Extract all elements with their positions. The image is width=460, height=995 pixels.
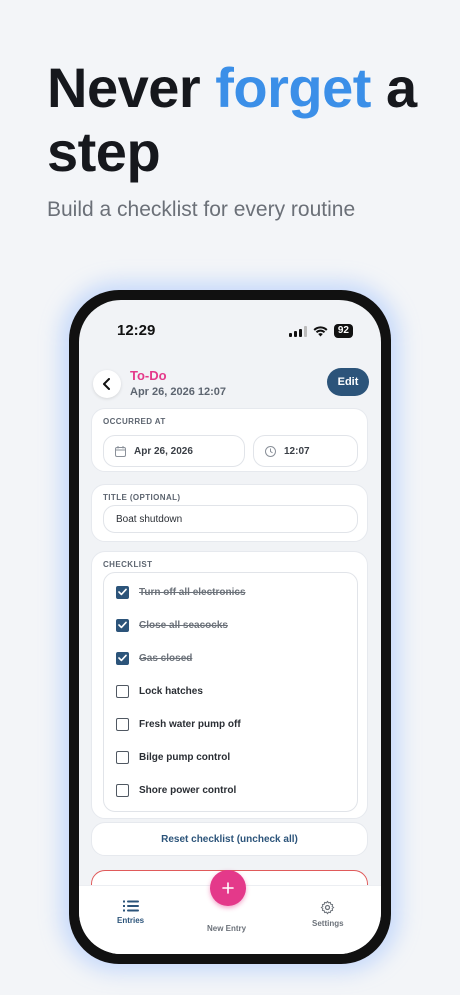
entry-date: Apr 26, 2026 12:07 [130,386,227,398]
checklist-card: CHECKLIST Turn off all electronics Close … [91,551,368,819]
entry-type-title: To-Do [130,368,167,383]
checklist-item-label: Shore power control [139,784,237,796]
headline-accent: forget [215,56,371,119]
reset-checklist-button[interactable]: Reset checklist (uncheck all) [91,822,368,856]
checkbox-checked[interactable] [116,585,129,599]
checklist: Turn off all electronics Close all seacoc… [103,572,358,812]
time-value: 12:07 [284,445,310,457]
occurred-at-label: OCCURRED AT [103,417,166,426]
new-entry-button[interactable] [210,870,246,906]
checklist-item[interactable]: Gas closed [116,650,192,666]
tab-settings[interactable]: Settings [312,900,344,928]
status-time: 12:29 [117,322,156,339]
checkbox-unchecked[interactable] [116,783,129,797]
checklist-item[interactable]: Fresh water pump off [116,716,241,732]
battery-indicator: 92 [333,324,353,338]
checkbox-unchecked[interactable] [116,750,129,764]
title-card: TITLE (OPTIONAL) Boat shutdown [91,484,368,542]
checklist-item[interactable]: Lock hatches [116,683,203,699]
signal-icon [288,325,307,337]
checkmark-icon [118,588,127,596]
plus-icon [222,882,234,894]
checklist-item[interactable]: Close all seacocks [116,617,228,633]
date-value: Apr 26, 2026 [134,445,193,457]
checklist-item[interactable]: Bilge pump control [116,749,230,765]
tab-new-entry-label: New Entry [207,924,247,933]
checklist-item[interactable]: Shore power control [116,782,236,798]
calendar-icon [115,445,126,457]
date-field[interactable]: Apr 26, 2026 [103,435,245,467]
entry-header: To-Do Apr 26, 2026 12:07 Edit [79,364,381,404]
subtitle: Build a checklist for every routine [47,198,356,221]
checklist-item-label: Fresh water pump off [139,718,241,730]
tab-entries-label: Entries [117,916,145,925]
checklist-item-label: Lock hatches [139,685,203,697]
title-input[interactable]: Boat shutdown [103,505,358,533]
occurred-at-card: OCCURRED AT Apr 26, 2026 12:07 [91,408,368,472]
headline: Never forget a step [47,56,447,184]
gear-icon [321,900,335,915]
status-icons: 92 [288,324,353,338]
chevron-left-icon [103,378,110,390]
checkbox-unchecked[interactable] [116,717,129,731]
clock-icon [265,445,276,457]
checkbox-checked[interactable] [116,618,129,632]
checklist-item[interactable]: Turn off all electronics [116,584,246,600]
tab-new-entry[interactable]: New Entry [207,924,246,933]
phone-frame: 12:29 92 To-Do Apr 26, 2026 12:07 Edit O… [69,290,391,964]
back-button[interactable] [93,370,121,398]
checklist-label: CHECKLIST [103,560,153,569]
edit-button[interactable]: Edit [327,368,369,396]
tab-entries[interactable]: Entries [117,900,144,925]
checkbox-checked[interactable] [116,651,129,665]
wifi-icon [313,325,328,336]
tab-settings-label: Settings [312,919,344,928]
title-label: TITLE (OPTIONAL) [103,493,181,502]
checklist-item-label: Close all seacocks [139,619,228,631]
phone-screen: 12:29 92 To-Do Apr 26, 2026 12:07 Edit O… [79,300,381,954]
headline-part1: Never [47,56,216,119]
checklist-item-label: Gas closed [139,652,193,664]
list-icon [122,900,139,912]
checkmark-icon [118,621,127,629]
checkbox-unchecked[interactable] [116,684,129,698]
checkmark-icon [118,654,127,662]
time-field[interactable]: 12:07 [253,435,358,467]
checklist-item-label: Turn off all electronics [139,586,246,598]
status-bar: 12:29 92 [79,322,381,342]
checklist-item-label: Bilge pump control [139,751,231,763]
